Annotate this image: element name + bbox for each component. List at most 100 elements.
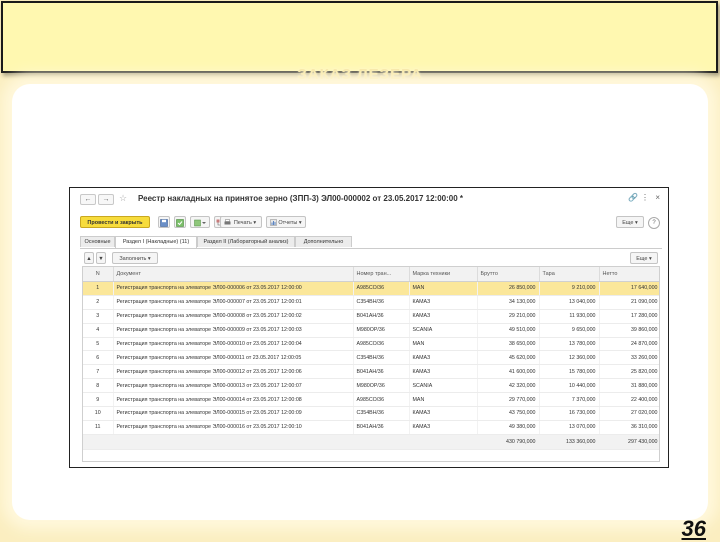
row-number[interactable]: 7 xyxy=(83,364,114,380)
post-icon[interactable] xyxy=(174,216,186,228)
gross-weight[interactable]: 42 320,000 xyxy=(477,378,540,394)
save-icon[interactable] xyxy=(158,216,170,228)
vehicle-number[interactable]: А985СО/36 xyxy=(353,392,410,408)
tare-weight[interactable]: 13 040,000 xyxy=(539,295,600,310)
vehicle-number[interactable]: М980ОР/36 xyxy=(353,378,410,394)
gross-weight[interactable]: 26 850,000 xyxy=(477,281,540,296)
tare-weight[interactable]: 15 780,000 xyxy=(539,364,600,380)
vehicle-number[interactable]: А985СО/36 xyxy=(353,281,410,296)
gross-weight[interactable]: 29 770,000 xyxy=(477,392,540,408)
column-header[interactable]: Документ xyxy=(113,267,354,282)
document-link[interactable]: Регистрация транспорта на элеваторе ЭЛ00… xyxy=(113,323,354,338)
tare-weight[interactable]: 12 360,000 xyxy=(539,350,600,366)
gross-weight[interactable]: 38 650,000 xyxy=(477,337,540,352)
row-number[interactable]: 10 xyxy=(83,406,114,421)
net-weight[interactable]: 36 310,000 xyxy=(599,420,659,435)
forward-icon[interactable]: → xyxy=(98,194,114,205)
column-header[interactable]: Номер тран... xyxy=(353,267,410,282)
row-number[interactable]: 11 xyxy=(83,420,114,435)
table-row[interactable]: 10 Регистрация транспорта на элеваторе ЭЛ… xyxy=(83,406,659,421)
tare-weight[interactable]: 9 650,000 xyxy=(539,323,600,338)
close-icon[interactable]: × xyxy=(655,193,660,202)
table-row[interactable]: 9 Регистрация транспорта на элеваторе ЭЛ0… xyxy=(83,392,659,408)
document-link[interactable]: Регистрация транспорта на элеваторе ЭЛ00… xyxy=(113,337,354,352)
tab-main[interactable]: Основные xyxy=(80,236,115,247)
tare-weight[interactable]: 7 370,000 xyxy=(539,392,600,408)
gross-weight[interactable]: 45 620,000 xyxy=(477,350,540,366)
tare-weight[interactable]: 16 730,000 xyxy=(539,406,600,421)
row-number[interactable]: 4 xyxy=(83,323,114,338)
net-weight[interactable]: 17 640,000 xyxy=(599,281,659,296)
link-icon[interactable]: 🔗 xyxy=(628,193,638,202)
back-icon[interactable]: ← xyxy=(80,194,96,205)
tab-additional[interactable]: Дополнительно xyxy=(295,236,352,247)
tare-weight[interactable]: 13 780,000 xyxy=(539,337,600,352)
net-weight[interactable]: 27 020,000 xyxy=(599,406,659,421)
net-weight[interactable]: 22 400,000 xyxy=(599,392,659,408)
document-link[interactable]: Регистрация транспорта на элеваторе ЭЛ00… xyxy=(113,350,354,366)
create-based-on-icon[interactable] xyxy=(190,216,210,228)
table-more-button[interactable]: Еще ▾ xyxy=(630,252,658,264)
row-number[interactable]: 3 xyxy=(83,309,114,324)
gross-weight[interactable]: 49 510,000 xyxy=(477,323,540,338)
vehicle-brand[interactable]: SCANIA xyxy=(409,378,478,394)
vehicle-brand[interactable]: MAN xyxy=(409,392,478,408)
tare-weight[interactable]: 10 440,000 xyxy=(539,378,600,394)
vehicle-brand[interactable]: КАМАЗ xyxy=(409,309,478,324)
vehicle-brand[interactable]: MAN xyxy=(409,337,478,352)
document-link[interactable]: Регистрация транспорта на элеваторе ЭЛ00… xyxy=(113,392,354,408)
gross-weight[interactable]: 43 750,000 xyxy=(477,406,540,421)
vehicle-brand[interactable]: КАМАЗ xyxy=(409,350,478,366)
vehicle-brand[interactable]: SCANIA xyxy=(409,323,478,338)
move-up-icon[interactable]: ▲ xyxy=(84,252,94,264)
post-and-close-button[interactable]: Провести и закрыть xyxy=(80,216,150,228)
document-link[interactable]: Регистрация транспорта на элеваторе ЭЛ00… xyxy=(113,281,354,296)
vehicle-brand[interactable]: КАМАЗ xyxy=(409,406,478,421)
tare-weight[interactable]: 9 210,000 xyxy=(539,281,600,296)
net-weight[interactable]: 31 880,000 xyxy=(599,378,659,394)
document-link[interactable]: Регистрация транспорта на элеваторе ЭЛ00… xyxy=(113,309,354,324)
vehicle-brand[interactable]: КАМАЗ xyxy=(409,364,478,380)
net-weight[interactable]: 33 260,000 xyxy=(599,350,659,366)
tab-section-1-waybills[interactable]: Раздел I (Накладные) (11) xyxy=(115,236,197,248)
fill-button[interactable]: Заполнить ▾ xyxy=(112,252,158,264)
gross-weight[interactable]: 49 380,000 xyxy=(477,420,540,435)
row-number[interactable]: 5 xyxy=(83,337,114,352)
table-row[interactable]: 2 Регистрация транспорта на элеваторе ЭЛ0… xyxy=(83,295,659,310)
document-link[interactable]: Регистрация транспорта на элеваторе ЭЛ00… xyxy=(113,420,354,435)
vehicle-number[interactable]: В041АН/36 xyxy=(353,309,410,324)
vehicle-brand[interactable]: КАМАЗ xyxy=(409,295,478,310)
column-header[interactable]: N xyxy=(83,267,114,282)
row-number[interactable]: 8 xyxy=(83,378,114,394)
column-header[interactable]: Тара xyxy=(539,267,600,282)
gross-weight[interactable]: 29 210,000 xyxy=(477,309,540,324)
table-row[interactable]: 5 Регистрация транспорта на элеваторе ЭЛ0… xyxy=(83,337,659,352)
menu-icon[interactable]: ⋮ xyxy=(641,193,649,202)
gross-weight[interactable]: 41 600,000 xyxy=(477,364,540,380)
row-number[interactable]: 1 xyxy=(83,281,114,296)
gross-weight[interactable]: 34 130,000 xyxy=(477,295,540,310)
document-link[interactable]: Регистрация транспорта на элеваторе ЭЛ00… xyxy=(113,406,354,421)
vehicle-number[interactable]: В041АН/36 xyxy=(353,364,410,380)
move-down-icon[interactable]: ▼ xyxy=(96,252,106,264)
column-header[interactable]: Марка техники xyxy=(409,267,478,282)
document-link[interactable]: Регистрация транспорта на элеваторе ЭЛ00… xyxy=(113,364,354,380)
vehicle-number[interactable]: М980ОР/36 xyxy=(353,323,410,338)
column-header[interactable]: Нетто xyxy=(599,267,659,282)
print-button[interactable]: Печать ▾ xyxy=(220,216,262,228)
favorite-star-icon[interactable]: ☆ xyxy=(119,193,127,204)
column-header[interactable]: Брутто xyxy=(477,267,540,282)
tare-weight[interactable]: 11 930,000 xyxy=(539,309,600,324)
document-link[interactable]: Регистрация транспорта на элеваторе ЭЛ00… xyxy=(113,295,354,310)
vehicle-brand[interactable]: MAN xyxy=(409,281,478,296)
reports-button[interactable]: Отчеты ▾ xyxy=(266,216,306,228)
vehicle-number[interactable]: С354ВН/36 xyxy=(353,295,410,310)
table-row[interactable]: 3 Регистрация транспорта на элеваторе ЭЛ0… xyxy=(83,309,659,324)
vehicle-number[interactable]: С354ВН/36 xyxy=(353,406,410,421)
document-link[interactable]: Регистрация транспорта на элеваторе ЭЛ00… xyxy=(113,378,354,394)
table-row[interactable]: 7 Регистрация транспорта на элеваторе ЭЛ0… xyxy=(83,364,659,380)
row-number[interactable]: 2 xyxy=(83,295,114,310)
net-weight[interactable]: 24 870,000 xyxy=(599,337,659,352)
row-number[interactable]: 6 xyxy=(83,350,114,366)
vehicle-number[interactable]: В041АН/36 xyxy=(353,420,410,435)
